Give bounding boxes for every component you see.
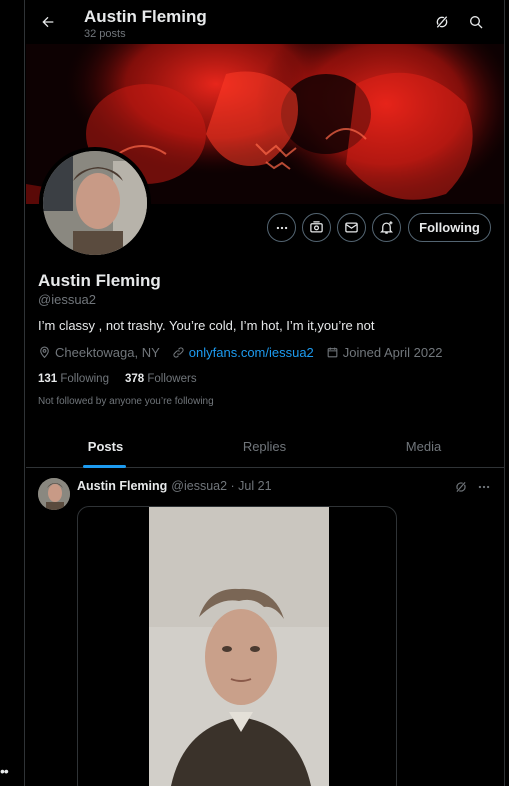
profile-column: Austin Fleming 32 posts Following Austin… — [26, 0, 504, 786]
grok-button[interactable] — [432, 12, 452, 32]
profile-avatar[interactable] — [39, 147, 151, 259]
subscribe-icon — [310, 221, 323, 233]
grok-icon — [455, 480, 467, 494]
profile-name: Austin Fleming — [38, 271, 161, 290]
follow-stats: 131 Following 378 Followers — [38, 373, 213, 385]
following-stat[interactable]: 131 Following — [38, 373, 109, 385]
header-title: Austin Fleming — [84, 7, 207, 26]
search-icon — [470, 16, 483, 29]
back-arrow-icon — [42, 16, 54, 28]
followers-stat[interactable]: 378 Followers — [125, 373, 197, 385]
joined-item: Joined April 2022 — [326, 345, 443, 360]
not-followed-note: Not followed by anyone you’re following — [38, 396, 214, 407]
more-icon — [276, 226, 287, 229]
post-header: Austin Fleming @iessua2 · Jul 21 — [77, 479, 272, 493]
profile-handle: @iessua2 — [38, 292, 97, 307]
message-icon — [345, 222, 358, 233]
post-photo-image — [149, 507, 329, 786]
more-icon — [478, 485, 490, 489]
message-button[interactable] — [337, 213, 366, 242]
profile-tabs: Posts Replies Media — [26, 424, 504, 468]
post-avatar-photo — [38, 478, 70, 510]
post-media[interactable] — [77, 506, 397, 786]
tab-media[interactable]: Media — [344, 424, 503, 468]
header-post-count: 32 posts — [84, 28, 126, 40]
followers-label: Followers — [147, 373, 197, 385]
active-tab-indicator — [83, 465, 126, 468]
search-button[interactable] — [466, 12, 486, 32]
followers-count: 378 — [124, 373, 145, 385]
profile-header: Austin Fleming 32 posts — [26, 0, 504, 44]
post-grok-button[interactable] — [452, 478, 470, 496]
back-button[interactable] — [36, 10, 60, 34]
post-avatar[interactable] — [38, 478, 70, 510]
calendar-icon — [327, 347, 338, 357]
subscribe-button[interactable] — [302, 213, 331, 242]
following-button[interactable]: Following — [408, 213, 491, 242]
joined-text: Joined April 2022 — [342, 344, 443, 360]
profile-bio: I’m classy , not trashy. You’re cold, I’… — [38, 318, 375, 333]
tab-posts[interactable]: Posts — [26, 424, 185, 468]
post-photo — [149, 507, 329, 786]
location-item: Cheektowaga, NY — [38, 345, 160, 360]
tab-replies[interactable]: Replies — [185, 424, 344, 468]
profile-meta: Cheektowaga, NY onlyfans.com/iessua2 Joi… — [38, 344, 455, 360]
right-rail — [504, 0, 509, 786]
link-icon — [173, 346, 184, 358]
left-rail — [0, 0, 25, 786]
grok-icon — [435, 15, 449, 29]
notify-bell-icon — [379, 221, 394, 234]
avatar-photo — [43, 151, 147, 255]
following-label: Following — [60, 373, 109, 385]
post-meta: @iessua2 · Jul 21 — [171, 479, 272, 493]
profile-link[interactable]: onlyfans.com/iessua2 — [189, 345, 314, 360]
left-more-icon[interactable]: •• — [0, 764, 9, 778]
post-more-button[interactable] — [475, 478, 493, 496]
location-icon — [40, 346, 49, 358]
notifications-button[interactable] — [372, 213, 401, 242]
post-author[interactable]: Austin Fleming — [77, 479, 167, 493]
more-button[interactable] — [267, 213, 296, 242]
link-item[interactable]: onlyfans.com/iessua2 — [172, 345, 314, 360]
following-count: 131 — [38, 373, 58, 385]
location-text: Cheektowaga, NY — [55, 344, 160, 360]
